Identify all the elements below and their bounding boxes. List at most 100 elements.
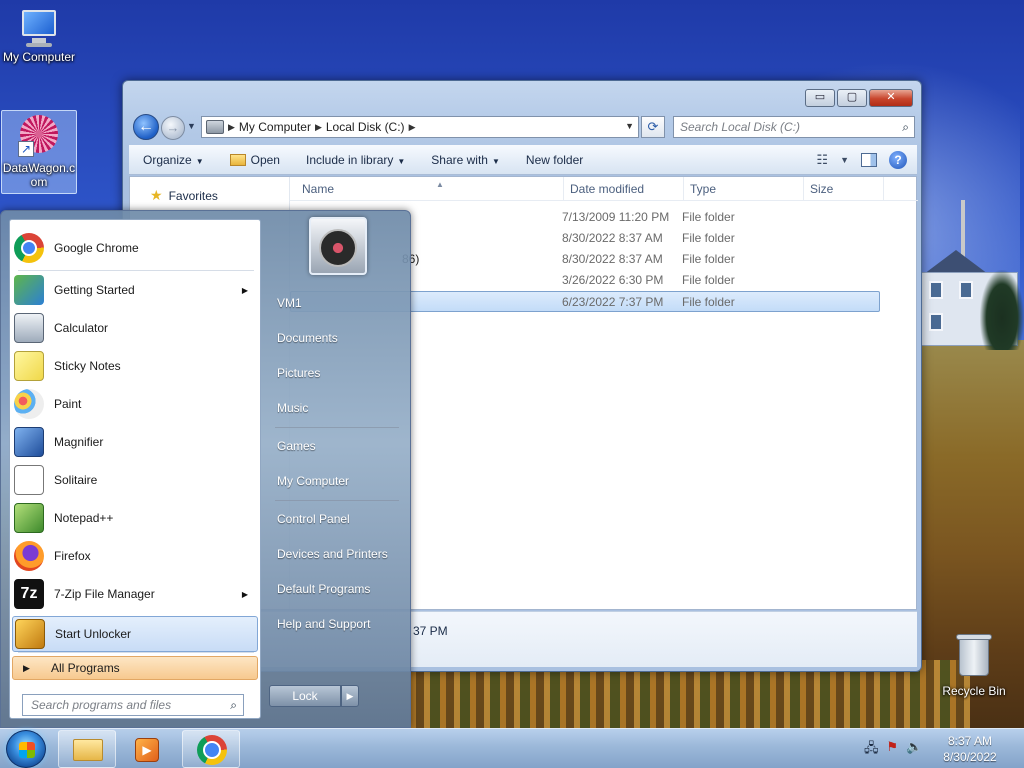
start-item-devices-and-printers[interactable]: Devices and Printers bbox=[277, 547, 388, 561]
start-item-vm1[interactable]: VM1 bbox=[277, 296, 302, 310]
breadcrumb-chevron-icon[interactable]: ▶ bbox=[409, 122, 416, 133]
all-programs-button[interactable]: ▶ All Programs bbox=[12, 656, 258, 680]
desktop-icon-recycle-bin[interactable]: Recycle Bin bbox=[936, 632, 1012, 698]
program-sticky-notes[interactable]: Sticky Notes bbox=[12, 348, 258, 384]
program-solitaire[interactable]: Solitaire bbox=[12, 462, 258, 498]
breadcrumb-local-disk[interactable]: Local Disk (C:) bbox=[322, 120, 409, 134]
open-button[interactable]: Open bbox=[216, 153, 292, 167]
column-header-type[interactable]: Type bbox=[684, 177, 804, 201]
minimize-button[interactable]: ▭ bbox=[805, 89, 835, 107]
address-bar[interactable]: ▶ My Computer ▶ Local Disk (C:) ▶ ▼ bbox=[201, 116, 639, 138]
wallpaper-trees bbox=[980, 270, 1024, 350]
search-icon[interactable]: ⌕ bbox=[230, 695, 237, 715]
clock[interactable]: 8:37 AM 8/30/2022 bbox=[930, 733, 1010, 765]
start-item-help-and-support[interactable]: Help and Support bbox=[277, 617, 370, 631]
start-item-games[interactable]: Games bbox=[277, 439, 316, 453]
triangle-right-icon: ▶ bbox=[23, 663, 30, 673]
program-7-zip[interactable]: 7z 7-Zip File Manager ▶ bbox=[12, 576, 258, 612]
program-google-chrome[interactable]: Google Chrome bbox=[12, 230, 258, 266]
taskbar-media-player-button[interactable]: ▶ bbox=[118, 730, 176, 768]
program-getting-started[interactable]: Getting Started ▶ bbox=[12, 272, 258, 308]
media-player-icon: ▶ bbox=[135, 738, 159, 762]
column-header-name[interactable]: Name ▲ bbox=[296, 177, 564, 201]
calculator-icon bbox=[14, 313, 44, 343]
new-folder-button[interactable]: New folder bbox=[512, 153, 595, 167]
clock-date: 8/30/2022 bbox=[943, 750, 997, 764]
network-icon[interactable]: 🖧 bbox=[864, 739, 879, 761]
column-headers: Name ▲ Date modified Type Size bbox=[290, 177, 918, 201]
start-search-input[interactable]: Search programs and files ⌕ bbox=[22, 694, 244, 716]
program-paint[interactable]: Paint bbox=[12, 386, 258, 422]
start-item-default-programs[interactable]: Default Programs bbox=[277, 582, 370, 596]
firefox-icon bbox=[14, 541, 44, 571]
search-placeholder: Search Local Disk (C:) bbox=[680, 120, 801, 134]
computer-icon bbox=[18, 8, 60, 48]
nav-favorites[interactable]: ★ Favorites bbox=[150, 187, 218, 204]
maximize-button[interactable]: ▢ bbox=[837, 89, 867, 107]
start-menu: Google Chrome Getting Started ▶ Calculato… bbox=[0, 210, 411, 728]
column-header-date-modified[interactable]: Date modified bbox=[564, 177, 684, 201]
program-start-unlocker[interactable]: Start Unlocker bbox=[12, 616, 258, 652]
column-header-size[interactable]: Size bbox=[804, 177, 884, 201]
start-button[interactable] bbox=[6, 730, 46, 768]
folder-open-icon bbox=[229, 154, 246, 166]
back-button[interactable]: ← bbox=[133, 114, 159, 140]
lock-button[interactable]: Lock bbox=[269, 685, 341, 707]
getting-started-icon bbox=[14, 275, 44, 305]
include-in-library-button[interactable]: Include in library ▼ bbox=[292, 153, 417, 167]
refresh-button[interactable]: ⟳ bbox=[641, 116, 665, 138]
breadcrumb-chevron-icon[interactable]: ▶ bbox=[315, 122, 322, 133]
sort-ascending-icon: ▲ bbox=[436, 180, 444, 189]
taskbar-chrome-button[interactable] bbox=[182, 730, 240, 768]
chrome-icon bbox=[197, 735, 227, 765]
taskbar: ▶ 🖧 ⚑ 🔈 8:37 AM 8/30/2022 bbox=[0, 728, 1024, 768]
program-calculator[interactable]: Calculator bbox=[12, 310, 258, 346]
shutdown-options-arrow-icon[interactable]: ▶ bbox=[341, 685, 359, 707]
start-item-control-panel[interactable]: Control Panel bbox=[277, 512, 350, 526]
desktop-icon-datawagon[interactable]: ↗ DataWagon.com bbox=[1, 110, 77, 194]
sticky-notes-icon bbox=[14, 351, 44, 381]
search-icon[interactable]: ⌕ bbox=[902, 117, 909, 137]
unlocker-icon bbox=[15, 619, 45, 649]
command-bar: Organize ▼ Open Include in library ▼ Share… bbox=[129, 145, 917, 175]
program-magnifier[interactable]: Magnifier bbox=[12, 424, 258, 460]
view-options-dropdown-icon[interactable]: ▼ bbox=[840, 155, 849, 165]
breadcrumb-my-computer[interactable]: My Computer bbox=[235, 120, 315, 134]
recent-pages-dropdown[interactable]: ▼ bbox=[187, 121, 196, 131]
magnifier-icon bbox=[14, 427, 44, 457]
details-text: 37 PM bbox=[413, 624, 448, 638]
notification-area: 🖧 ⚑ 🔈 bbox=[864, 739, 922, 761]
start-item-my-computer[interactable]: My Computer bbox=[277, 474, 349, 488]
desktop-icon-label: DataWagon.com bbox=[2, 161, 76, 189]
address-dropdown-icon[interactable]: ▼ bbox=[625, 121, 634, 131]
notepad-plus-plus-icon bbox=[14, 503, 44, 533]
paint-icon bbox=[14, 389, 44, 419]
user-picture[interactable] bbox=[309, 217, 367, 275]
start-item-documents[interactable]: Documents bbox=[277, 331, 338, 345]
search-input[interactable]: Search Local Disk (C:) ⌕ bbox=[673, 116, 915, 138]
share-with-button[interactable]: Share with ▼ bbox=[417, 153, 512, 167]
program-firefox[interactable]: Firefox bbox=[12, 538, 258, 574]
breadcrumb-chevron-icon[interactable]: ▶ bbox=[228, 122, 235, 133]
close-button[interactable]: ✕ bbox=[869, 89, 913, 107]
volume-icon[interactable]: 🔈 bbox=[906, 739, 922, 761]
program-notepad-plus-plus[interactable]: Notepad++ bbox=[12, 500, 258, 536]
recycle-bin-icon bbox=[956, 632, 992, 678]
desktop-icon-label: Recycle Bin bbox=[942, 684, 1006, 698]
start-item-music[interactable]: Music bbox=[277, 401, 308, 415]
start-menu-programs: Google Chrome Getting Started ▶ Calculato… bbox=[9, 219, 261, 719]
drive-icon bbox=[206, 120, 224, 134]
action-center-flag-icon[interactable]: ⚑ bbox=[887, 739, 899, 761]
organize-button[interactable]: Organize ▼ bbox=[129, 153, 216, 167]
desktop-icon-my-computer[interactable]: My Computer bbox=[1, 8, 77, 64]
forward-button[interactable]: → bbox=[161, 116, 185, 140]
desktop-icon-label: My Computer bbox=[2, 50, 76, 64]
datawagon-shortcut-icon: ↗ bbox=[16, 113, 62, 159]
help-icon[interactable]: ? bbox=[889, 151, 907, 169]
preview-pane-icon[interactable] bbox=[861, 153, 877, 167]
taskbar-explorer-button[interactable] bbox=[58, 730, 116, 768]
change-view-icon[interactable]: ☷ bbox=[816, 152, 828, 168]
address-row: ← → ▼ ▶ My Computer ▶ Local Disk (C:) ▶ … bbox=[131, 113, 915, 140]
start-item-pictures[interactable]: Pictures bbox=[277, 366, 320, 380]
submenu-arrow-icon: ▶ bbox=[241, 285, 248, 295]
